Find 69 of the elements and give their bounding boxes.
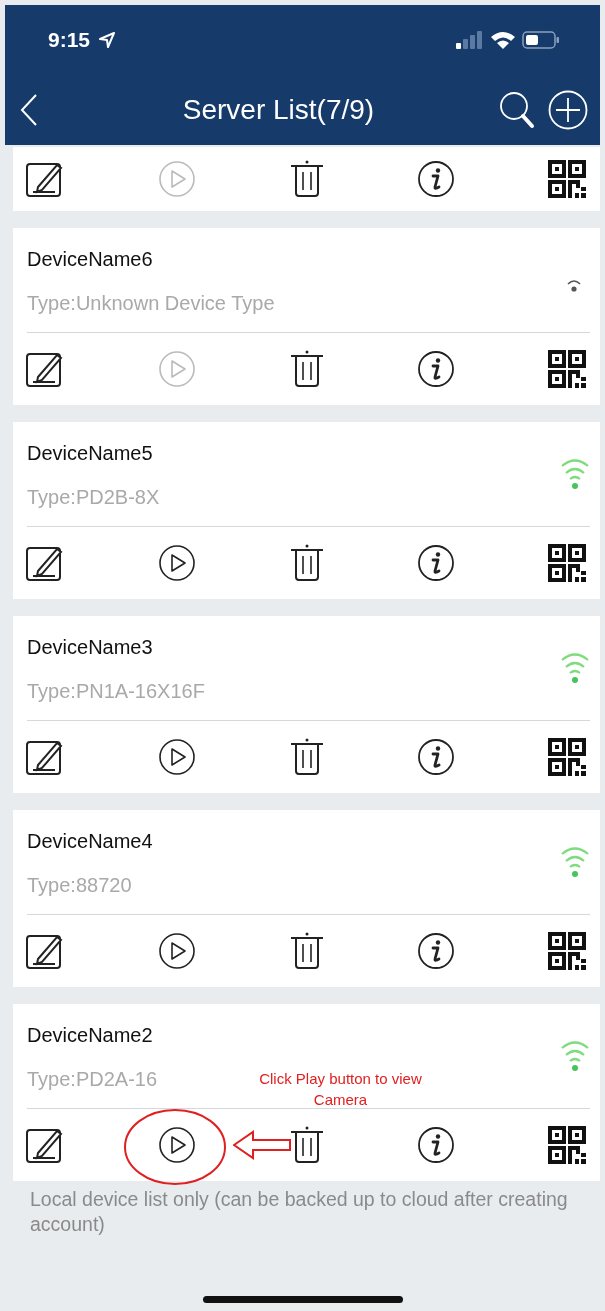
device-type: Type:PD2B-8X [27,485,160,509]
delete-button[interactable] [288,350,325,388]
info-button[interactable] [417,932,456,970]
qr-code-icon [548,932,586,970]
wifi-icon [490,30,516,50]
info-icon [417,160,456,198]
play-icon [157,1126,196,1164]
status-time: 9:15 [48,28,91,52]
footer-note: Local device list only (can be backed up to cloud after creating account) [30,1187,569,1237]
cellular-signal-icon [456,31,484,49]
trash-icon [288,544,325,582]
qr-code-button[interactable] [548,350,586,388]
arrow-icon [233,1130,291,1160]
qr-code-icon [548,544,586,582]
trash-icon [288,160,325,198]
back-chevron-icon [19,93,39,127]
qr-code-button[interactable] [548,932,586,970]
info-icon [417,544,456,582]
add-icon [548,90,588,130]
device-name: DeviceName2 [27,1023,153,1047]
device-type: Type:88720 [27,873,132,897]
qr-code-button[interactable] [548,160,586,198]
delete-button[interactable] [288,160,325,198]
device-type: Type:Unknown Device Type [27,291,275,315]
play-icon [157,932,196,970]
annotation-text: Click Play button to view Camera [258,1069,423,1110]
play-icon [157,544,196,582]
info-icon [417,350,456,388]
qr-code-icon [548,1126,586,1164]
info-button[interactable] [417,160,456,198]
play-button[interactable] [157,1126,196,1164]
location-arrow-icon [98,31,117,49]
qr-code-button[interactable] [548,1126,586,1164]
add-button[interactable] [548,90,588,130]
device-type: Type:PD2A-16 [27,1067,158,1091]
qr-code-icon [548,350,586,388]
device-type: Type:PN1A-16X16F [27,679,205,703]
qr-code-icon [548,160,586,198]
trash-icon [288,1126,325,1164]
trash-icon [288,738,325,776]
info-icon [417,738,456,776]
play-button[interactable] [157,932,196,970]
play-icon [157,160,196,198]
delete-button[interactable] [288,738,325,776]
info-button[interactable] [417,1126,456,1164]
delete-button[interactable] [288,544,325,582]
device-name: DeviceName3 [27,635,153,659]
device-name: DeviceName5 [27,441,153,465]
trash-icon [288,932,325,970]
device-name: DeviceName6 [27,247,153,271]
info-button[interactable] [417,350,456,388]
info-icon [417,932,456,970]
trash-icon [288,350,325,388]
play-button[interactable] [157,544,196,582]
qr-code-icon [548,738,586,776]
info-button[interactable] [417,738,456,776]
info-icon [417,1126,456,1164]
delete-button[interactable] [288,932,325,970]
play-icon [157,350,196,388]
page-title: Server List(7/9) [181,94,376,126]
play-icon [157,738,196,776]
device-name: DeviceName4 [27,829,153,853]
battery-icon [522,30,560,50]
back-button[interactable] [19,93,39,127]
play-button[interactable] [157,738,196,776]
qr-code-button[interactable] [548,544,586,582]
delete-button[interactable] [288,1126,325,1164]
qr-code-button[interactable] [548,738,586,776]
info-button[interactable] [417,544,456,582]
